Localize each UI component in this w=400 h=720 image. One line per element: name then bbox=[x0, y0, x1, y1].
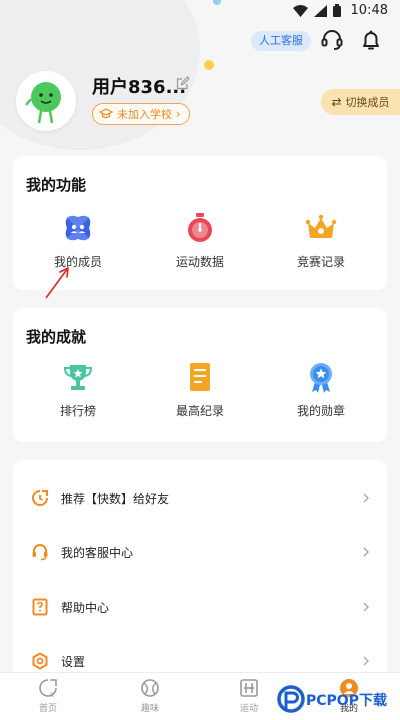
help-icon bbox=[32, 598, 48, 616]
tab-sport[interactable]: 运动 bbox=[219, 677, 279, 714]
chevron-right-icon bbox=[363, 547, 369, 557]
achievement-label: 最高纪录 bbox=[175, 404, 224, 418]
tab-home[interactable]: K 首页 bbox=[18, 677, 78, 714]
edit-icon[interactable] bbox=[176, 76, 190, 90]
record-icon bbox=[190, 363, 210, 391]
feature-my-members[interactable]: 我的成员 bbox=[23, 211, 133, 270]
username: 用户836... bbox=[92, 77, 187, 98]
bell-icon[interactable] bbox=[359, 28, 383, 52]
join-school-label: 未加入学校 bbox=[117, 108, 172, 121]
chevron-right-icon bbox=[363, 656, 369, 666]
achievement-leaderboard[interactable]: 排行榜 bbox=[23, 360, 133, 419]
members-icon bbox=[65, 215, 91, 241]
achievements-card: 我的成就 排行榜 最高纪录 我的勋章 bbox=[13, 308, 387, 442]
feature-competition-records[interactable]: 竞赛记录 bbox=[266, 211, 376, 270]
join-school-button[interactable]: 未加入学校 › bbox=[92, 103, 190, 125]
chevron-right-icon bbox=[363, 493, 369, 503]
menu-label: 设置 bbox=[61, 654, 86, 669]
achievement-best-record[interactable]: 最高纪录 bbox=[145, 360, 255, 419]
achievement-label: 排行榜 bbox=[59, 404, 96, 418]
tab-label: 趣味 bbox=[140, 704, 159, 714]
status-bar: 10:48 bbox=[0, 0, 400, 24]
functions-title: 我的功能 bbox=[26, 176, 87, 194]
tab-label: 运动 bbox=[239, 704, 258, 714]
settings-icon bbox=[32, 652, 48, 670]
headset-icon bbox=[32, 544, 48, 561]
tab-label: 首页 bbox=[38, 704, 57, 714]
menu-label: 帮助中心 bbox=[61, 600, 110, 615]
watermark: PCPOP下载 bbox=[276, 683, 400, 717]
signal-icon bbox=[313, 4, 327, 17]
feature-label: 运动数据 bbox=[175, 255, 224, 269]
status-time: 10:48 bbox=[350, 3, 388, 18]
avatar[interactable] bbox=[16, 71, 76, 131]
annotation-arrow bbox=[45, 267, 69, 299]
ball-icon bbox=[141, 679, 159, 697]
watermark-text: PCPOP下载 bbox=[306, 692, 387, 709]
achievement-label: 我的勋章 bbox=[296, 404, 345, 418]
avatar-image bbox=[18, 73, 74, 129]
feature-label: 我的成员 bbox=[53, 255, 102, 269]
trophy-icon bbox=[63, 365, 93, 390]
crown-icon bbox=[305, 214, 337, 238]
swap-icon: ⇄ bbox=[331, 95, 342, 109]
decoration-dot bbox=[204, 60, 214, 70]
switch-member-button[interactable]: ⇄ 切换成员 bbox=[321, 89, 400, 115]
switch-member-label: 切换成员 bbox=[345, 96, 390, 109]
headset-icon[interactable] bbox=[320, 28, 344, 52]
menu-label: 推荐【快数】给好友 bbox=[61, 491, 170, 506]
feature-sport-data[interactable]: 运动数据 bbox=[145, 211, 255, 270]
share-icon bbox=[32, 490, 48, 506]
menu-row-help-center[interactable]: 帮助中心 bbox=[13, 580, 387, 634]
home-icon: K bbox=[39, 679, 57, 699]
medal-icon bbox=[310, 363, 332, 393]
customer-service-button[interactable]: 人工客服 bbox=[251, 31, 311, 51]
wifi-icon bbox=[292, 4, 308, 17]
stopwatch-icon bbox=[188, 213, 212, 242]
sport-icon bbox=[240, 679, 258, 697]
achievement-my-medals[interactable]: 我的勋章 bbox=[266, 360, 376, 419]
achievements-title: 我的成就 bbox=[26, 328, 87, 346]
feature-label: 竞赛记录 bbox=[296, 255, 345, 269]
chevron-right-icon bbox=[363, 602, 369, 612]
menu-row-service-center[interactable]: 我的客服中心 bbox=[13, 525, 387, 579]
chevron-right-icon: › bbox=[176, 107, 181, 121]
tab-fun[interactable]: 趣味 bbox=[120, 677, 180, 714]
battery-icon bbox=[332, 4, 341, 17]
menu-row-recommend[interactable]: 推荐【快数】给好友 bbox=[13, 471, 387, 525]
school-cap-icon bbox=[99, 108, 113, 119]
watermark-logo: PCPOP下载 bbox=[277, 685, 387, 713]
menu-label: 我的客服中心 bbox=[61, 545, 134, 560]
